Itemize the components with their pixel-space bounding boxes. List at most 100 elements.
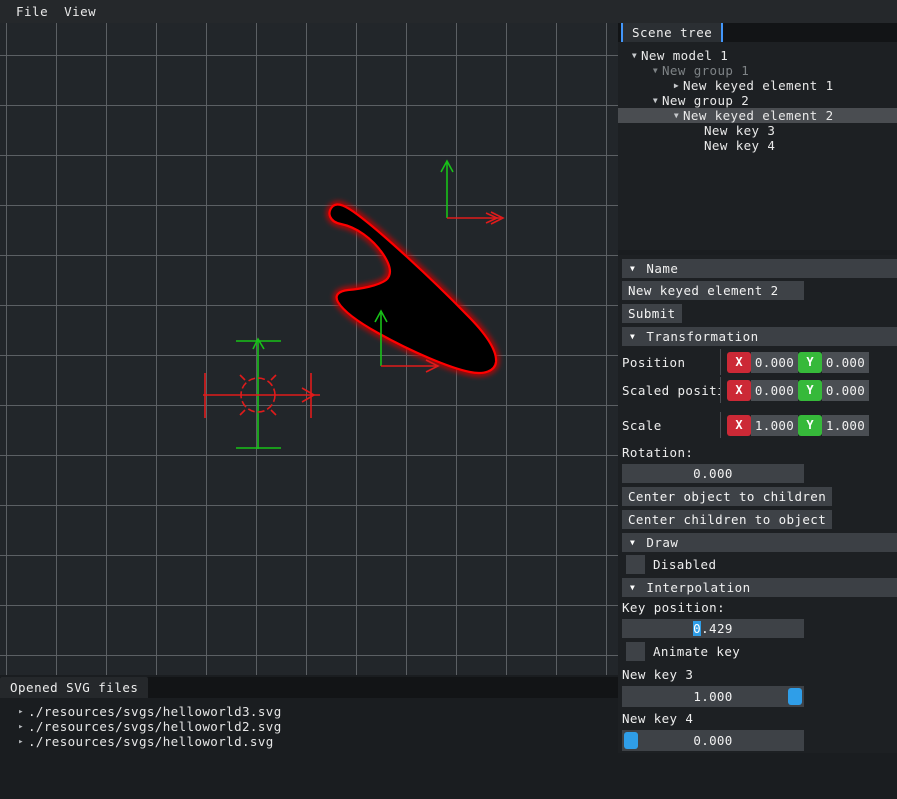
scale-vector-input[interactable]: X 1.000 Y 1.000 [727, 414, 869, 436]
key-4-slider[interactable]: 0.000 [622, 730, 804, 751]
center-children-row: Center children to object [622, 510, 897, 529]
center-children-to-object-button[interactable]: Center children to object [622, 510, 833, 529]
position-x-badge[interactable]: X [727, 351, 751, 373]
submit-button[interactable]: Submit [622, 304, 682, 323]
right-dock-column: Scene tree ▼ New model 1 ▼ New group 1 ▶… [618, 18, 897, 799]
group-divider [720, 349, 721, 375]
disabled-checkbox[interactable] [626, 555, 645, 574]
slider-grab-handle[interactable] [788, 688, 802, 705]
rotation-value-input[interactable]: 0.000 [622, 464, 804, 483]
animate-key-label: Animate key [653, 644, 741, 659]
tree-node-new-keyed-element-1[interactable]: ▶ New keyed element 1 [618, 78, 897, 93]
rotation-label-row: Rotation: [622, 445, 897, 460]
key-position-selected-digit: 0 [693, 621, 702, 636]
tree-node-new-group-2[interactable]: ▼ New group 2 [618, 93, 897, 108]
tree-node-new-group-1[interactable]: ▼ New group 1 [618, 63, 897, 78]
scene-tree-window: Scene tree ▼ New model 1 ▼ New group 1 ▶… [618, 18, 897, 250]
gizmo-transform-handle [203, 337, 320, 449]
chevron-down-icon[interactable]: ▼ [630, 583, 635, 592]
submit-row: Submit [622, 304, 897, 323]
rotation-input-row: 0.000 [622, 464, 897, 483]
scaled-position-y-badge[interactable]: Y [798, 379, 822, 401]
animate-key-checkbox[interactable] [626, 642, 645, 661]
section-title: Draw [646, 535, 679, 550]
key4-slider-row: 0.000 [622, 730, 897, 751]
key-3-slider[interactable]: 1.000 [622, 686, 804, 707]
slider-grab-handle[interactable] [624, 732, 638, 749]
list-item[interactable]: ▸ ./resources/svgs/helloworld.svg [14, 734, 618, 749]
key-position-input[interactable]: 0.429 [622, 619, 804, 638]
group-divider [720, 377, 721, 403]
application-window: File View Opened SVG files ▸ ./resources… [0, 0, 897, 799]
chevron-right-icon[interactable]: ▶ [670, 81, 683, 90]
scaled-position-x-badge[interactable]: X [727, 379, 751, 401]
chevron-down-icon[interactable]: ▼ [628, 51, 641, 60]
disabled-label: Disabled [653, 557, 717, 572]
tree-node-label: New keyed element 2 [683, 108, 834, 123]
section-header-transformation[interactable]: ▼ Transformation [622, 327, 897, 346]
section-header-interpolation[interactable]: ▼ Interpolation [622, 578, 897, 597]
tree-node-new-key-3[interactable]: New key 3 [618, 123, 897, 138]
chevron-down-icon[interactable]: ▼ [649, 96, 662, 105]
position-y-badge[interactable]: Y [798, 351, 822, 373]
files-tab-bar: Opened SVG files [0, 677, 618, 698]
tab-scene-tree[interactable]: Scene tree [621, 21, 724, 42]
scaled-position-label: Scaled positi [622, 382, 720, 398]
chevron-right-icon[interactable]: ▸ [14, 737, 28, 747]
position-y-value[interactable]: 0.000 [822, 351, 869, 373]
position-row: Position X 0.000 Y 0.000 [622, 349, 897, 375]
key3-slider-row: 1.000 [622, 686, 897, 707]
tree-node-label: New model 1 [641, 48, 729, 63]
opened-svg-files-window: Opened SVG files ▸ ./resources/svgs/hell… [0, 677, 618, 799]
key-position-label: Key position: [622, 600, 726, 615]
canvas-viewport[interactable] [0, 23, 618, 675]
chevron-down-icon[interactable]: ▼ [649, 66, 662, 75]
svg-shape-helloworld [328, 203, 498, 375]
position-x-value[interactable]: 0.000 [751, 351, 798, 373]
scale-y-badge[interactable]: Y [798, 414, 822, 436]
tab-opened-svg-files[interactable]: Opened SVG files [0, 677, 149, 698]
tree-node-label: New group 1 [662, 63, 750, 78]
tree-node-label: New keyed element 1 [683, 78, 834, 93]
scaled-position-x-value[interactable]: 0.000 [751, 379, 798, 401]
file-path: ./resources/svgs/helloworld2.svg [28, 719, 282, 734]
section-title: Interpolation [646, 580, 751, 595]
name-field-row: New keyed element 2 [622, 281, 897, 300]
chevron-down-icon[interactable]: ▼ [630, 538, 635, 547]
tree-node-new-key-4[interactable]: New key 4 [618, 138, 897, 153]
list-item[interactable]: ▸ ./resources/svgs/helloworld2.svg [14, 719, 618, 734]
scale-y-value[interactable]: 1.000 [822, 414, 869, 436]
center-object-row: Center object to children [622, 487, 897, 506]
scale-row: Scale X 1.000 Y 1.000 [622, 412, 897, 438]
scale-x-badge[interactable]: X [727, 414, 751, 436]
section-header-name[interactable]: ▼ Name [622, 259, 897, 278]
scaled-position-vector-input[interactable]: X 0.000 Y 0.000 [727, 379, 869, 401]
chevron-right-icon[interactable]: ▸ [14, 707, 28, 717]
group-divider [720, 412, 721, 438]
tree-node-new-keyed-element-2[interactable]: ▼ New keyed element 2 [618, 108, 897, 123]
name-input[interactable]: New keyed element 2 [622, 281, 804, 300]
scale-x-value[interactable]: 1.000 [751, 414, 798, 436]
menu-view[interactable]: View [56, 2, 104, 21]
position-vector-input[interactable]: X 0.000 Y 0.000 [727, 351, 869, 373]
position-label: Position [622, 354, 686, 370]
list-item[interactable]: ▸ ./resources/svgs/helloworld3.svg [14, 704, 618, 719]
tree-node-new-model-1[interactable]: ▼ New model 1 [618, 48, 897, 63]
scaled-position-y-value[interactable]: 0.000 [822, 379, 869, 401]
key-position-remainder: .429 [701, 621, 733, 636]
chevron-right-icon[interactable]: ▸ [14, 722, 28, 732]
properties-window: ▼ Name New keyed element 2 Submit ▼ Tran… [618, 255, 897, 753]
scaled-position-row: Scaled positi X 0.000 Y 0.000 [622, 377, 897, 403]
menu-bar: File View [0, 0, 897, 23]
key-slider-label: New key 3 [622, 667, 694, 682]
menu-file[interactable]: File [8, 2, 56, 21]
chevron-down-icon[interactable]: ▼ [670, 111, 683, 120]
key-slider-value: 1.000 [693, 689, 733, 704]
section-header-draw[interactable]: ▼ Draw [622, 533, 897, 552]
rotation-label: Rotation: [622, 445, 694, 460]
chevron-down-icon[interactable]: ▼ [630, 332, 635, 341]
center-object-to-children-button[interactable]: Center object to children [622, 487, 833, 506]
chevron-down-icon[interactable]: ▼ [630, 264, 635, 273]
disabled-row: Disabled [626, 555, 897, 574]
key-position-input-row: 0.429 [622, 619, 897, 638]
